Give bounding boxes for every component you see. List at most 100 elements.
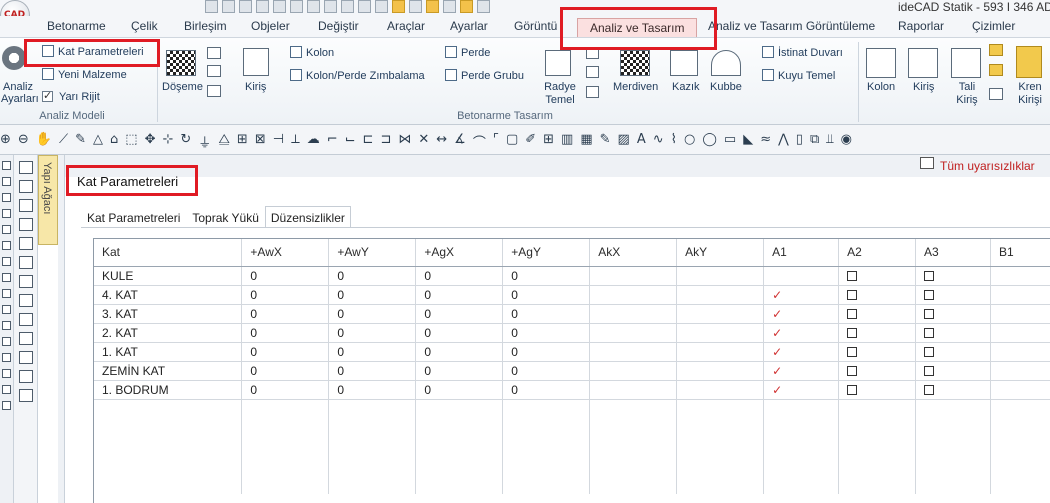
cell-awx[interactable]: 0 <box>241 304 330 324</box>
cell-aky[interactable] <box>676 285 765 305</box>
ellipse-icon[interactable]: ◯ <box>702 132 717 151</box>
column-header-agx[interactable]: +AgX <box>415 239 504 267</box>
checkbox-a3[interactable] <box>924 347 934 358</box>
cell-akx[interactable] <box>589 285 678 305</box>
cell-awy[interactable]: 0 <box>328 380 417 400</box>
cell-aky[interactable] <box>676 323 765 343</box>
pan-icon[interactable]: ✋ <box>36 132 52 151</box>
box-icon[interactable]: ▢ <box>506 132 518 151</box>
cell-kat[interactable]: 3. KAT <box>94 304 243 324</box>
edit-icon[interactable]: ✎ <box>600 132 611 151</box>
tab-goruntu[interactable]: Görüntü <box>514 19 557 33</box>
tool-icon[interactable] <box>19 294 33 307</box>
cell-a1[interactable]: ✓ <box>763 342 840 362</box>
layers-tool-icon[interactable]: ⧉ <box>810 132 819 151</box>
brush-icon[interactable] <box>460 0 473 13</box>
cell-aky[interactable] <box>676 342 765 362</box>
cell-kat[interactable]: 1. BODRUM <box>94 380 243 400</box>
open-folder-icon[interactable] <box>222 0 235 13</box>
undo-icon[interactable] <box>273 0 286 13</box>
angle-icon[interactable]: ∡ <box>454 132 466 151</box>
tool-icon[interactable] <box>19 351 33 364</box>
tool-icon[interactable] <box>2 305 11 314</box>
table-row[interactable]: 2. KAT 0 0 0 0 ✓ <box>94 323 1050 343</box>
select-area-icon[interactable]: ⬚ <box>125 132 137 151</box>
tab-birlesim[interactable]: Birleşim <box>184 19 227 33</box>
small-slab-icon-1[interactable] <box>207 47 221 59</box>
cell-aky[interactable] <box>676 266 765 286</box>
cell-a1[interactable] <box>763 266 840 286</box>
cell-a3[interactable] <box>915 361 991 381</box>
tool-icon[interactable] <box>19 313 33 326</box>
checkbox-a3[interactable] <box>924 290 934 301</box>
small-slab-icon-3[interactable] <box>207 85 221 97</box>
rectangle-icon[interactable]: ▭ <box>724 132 736 151</box>
tool-icon[interactable] <box>19 199 33 212</box>
zoom-icon[interactable]: ⊕ <box>0 132 11 151</box>
settings-icon[interactable] <box>477 0 490 13</box>
cell-a2[interactable] <box>838 285 916 305</box>
analiz-ayarlari-button[interactable]: Analiz Ayarları <box>1 81 39 105</box>
redo-icon[interactable] <box>290 0 303 13</box>
cell-akx[interactable] <box>589 304 678 324</box>
tool-icon[interactable] <box>2 321 11 330</box>
tool-icon[interactable] <box>19 256 33 269</box>
cell-a2[interactable] <box>838 266 916 286</box>
cell-agx[interactable]: 0 <box>415 361 504 381</box>
small-steel-icon-3[interactable] <box>989 88 1003 100</box>
kubbe-button[interactable]: Kubbe <box>710 81 742 93</box>
cell-a3[interactable] <box>915 380 991 400</box>
kren-kirisi-button[interactable]: Kren Kirişi <box>1014 81 1046 107</box>
doseme-button[interactable]: Döşeme <box>162 81 203 93</box>
celik-kolon-button[interactable]: Kolon <box>867 81 895 93</box>
polyline-icon[interactable]: ⋀ <box>778 132 789 151</box>
merdiven-button[interactable]: Merdiven <box>613 81 658 93</box>
cell-agx[interactable]: 0 <box>415 304 504 324</box>
select-icon[interactable] <box>324 0 337 13</box>
level-icon[interactable]: ⫫ <box>826 132 833 151</box>
cell-awx[interactable]: 0 <box>241 361 330 381</box>
table-row[interactable]: ZEMİN KAT 0 0 0 0 ✓ <box>94 361 1050 381</box>
column-header-a1[interactable]: A1 <box>763 239 840 267</box>
cell-agy[interactable]: 0 <box>502 266 591 286</box>
checkbox-a3[interactable] <box>924 366 934 377</box>
small-slab-icon-2[interactable] <box>207 65 221 77</box>
cell-a2[interactable] <box>838 323 916 343</box>
table-row[interactable]: 4. KAT 0 0 0 0 ✓ <box>94 285 1050 305</box>
zoom-window-icon[interactable]: ⊖ <box>18 132 29 151</box>
cell-a3[interactable] <box>915 342 991 362</box>
tool-icon[interactable] <box>2 385 11 394</box>
cell-a2[interactable] <box>838 361 916 381</box>
checkbox-a2[interactable] <box>847 290 858 301</box>
tab-cizimler[interactable]: Çizimler <box>972 19 1015 33</box>
tool-icon[interactable] <box>19 161 33 174</box>
cell-awx[interactable]: 0 <box>241 285 330 305</box>
warning-icon[interactable] <box>920 157 934 169</box>
trim-icon[interactable]: ⟂ <box>291 132 300 151</box>
checkbox-a3[interactable] <box>924 271 934 282</box>
cell-a1[interactable]: ✓ <box>763 304 840 324</box>
cell-a3[interactable] <box>915 285 991 305</box>
hatch-icon[interactable]: ◣ <box>743 132 753 151</box>
tool-icon[interactable] <box>2 193 11 202</box>
rotate-icon[interactable]: ↻ <box>180 132 191 151</box>
cell-akx[interactable] <box>589 323 678 343</box>
cell-kat[interactable]: ZEMİN KAT <box>94 361 243 381</box>
cell-a1[interactable]: ✓ <box>763 361 840 381</box>
pick-icon[interactable]: ⟋ <box>59 132 68 151</box>
fillet-icon[interactable]: ⌐ <box>327 132 338 151</box>
arc-icon[interactable]: ⌒ <box>473 132 486 151</box>
gear-icon[interactable] <box>2 46 26 70</box>
text-icon[interactable]: A <box>637 132 646 151</box>
cell-agx[interactable]: 0 <box>415 266 504 286</box>
tab-toprak-yuku[interactable]: Toprak Yükü <box>186 206 265 228</box>
tool-icon[interactable] <box>19 180 33 193</box>
column-header-awx[interactable]: +AwX <box>241 239 330 267</box>
perde-button[interactable]: Perde <box>445 46 490 59</box>
move-copy-icon[interactable]: ⊹ <box>162 132 173 151</box>
wave-icon[interactable]: ≈ <box>760 132 771 151</box>
tab-celik[interactable]: Çelik <box>131 19 158 33</box>
cell-awy[interactable]: 0 <box>328 285 417 305</box>
cell-b1[interactable] <box>990 323 1050 343</box>
copy-icon[interactable] <box>341 0 354 13</box>
